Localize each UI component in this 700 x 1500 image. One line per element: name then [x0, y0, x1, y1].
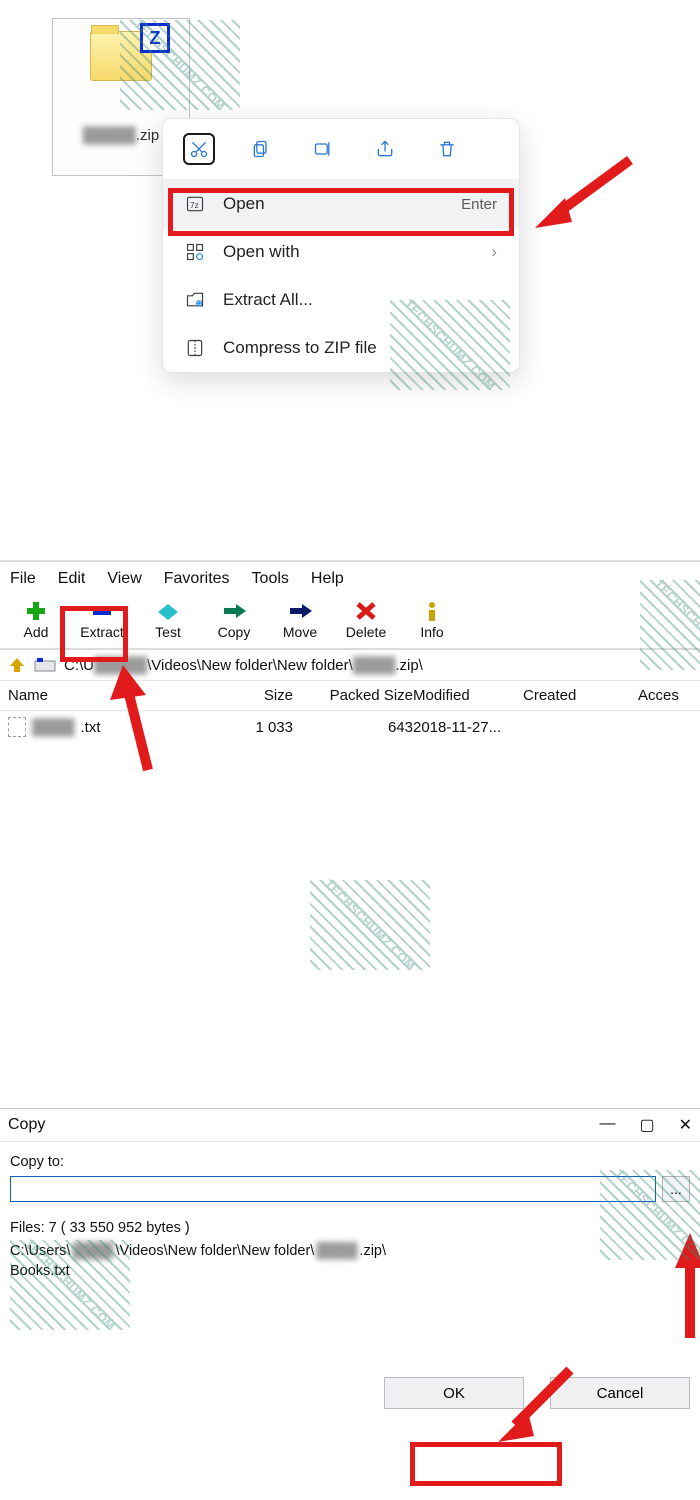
file-name: █████.zip	[83, 127, 159, 144]
menu-file[interactable]: File	[10, 570, 36, 588]
tool-add[interactable]: Add	[8, 600, 64, 640]
rename-icon[interactable]	[307, 133, 339, 165]
cell-name: ████.txt	[8, 717, 208, 737]
cut-icon[interactable]	[183, 133, 215, 165]
menu-item-label: Extract All...	[223, 290, 313, 310]
copy-icon[interactable]	[245, 133, 277, 165]
menu-view[interactable]: View	[107, 570, 141, 588]
table-row[interactable]: ████.txt 1 033 643 2018-11-27...	[0, 711, 700, 743]
arrow-right-dark-icon	[286, 600, 314, 622]
address-bar: C:\U█████\Videos\New folder\New folder\█…	[0, 650, 700, 681]
menu-item-label: Open	[223, 194, 265, 214]
x-icon	[352, 600, 380, 622]
menu-item-label: Compress to ZIP file	[223, 338, 377, 358]
context-toolbar	[163, 119, 519, 180]
zip-badge-icon: Z	[140, 23, 170, 53]
col-modified[interactable]: Modified	[413, 687, 523, 704]
menu-edit[interactable]: Edit	[58, 570, 86, 588]
annotation-arrow-icon	[530, 150, 640, 240]
address-path[interactable]: C:\U█████\Videos\New folder\New folder\█…	[64, 657, 423, 674]
dialog-title: Copy	[8, 1116, 45, 1134]
ok-button[interactable]: OK	[384, 1377, 524, 1409]
highlight-box-ok	[410, 1442, 562, 1486]
col-size[interactable]: Size	[208, 687, 293, 704]
menu-item-label: Open with	[223, 242, 300, 262]
zip-icon	[185, 338, 205, 358]
7z-icon: 7z	[185, 194, 205, 214]
browse-button[interactable]: ...	[662, 1176, 690, 1202]
section-context-menu: Z █████.zip 7z Open Enter Open with › Ex…	[0, 0, 700, 560]
text-file-icon	[8, 717, 26, 737]
maximize-button[interactable]: ▢	[639, 1115, 654, 1135]
svg-text:7z: 7z	[190, 200, 199, 210]
tool-move[interactable]: Move	[272, 600, 328, 640]
toolbar: Add Extract Test Copy Move Delete Info	[0, 596, 700, 650]
section-copy-dialog: Copy — ▢ ✕ Copy to: ... Files: 7 ( 33 55…	[0, 1108, 700, 1433]
copy-to-input[interactable]	[10, 1176, 656, 1202]
dialog-body: Copy to: ... Files: 7 ( 33 550 952 bytes…	[0, 1142, 700, 1433]
share-icon[interactable]	[369, 133, 401, 165]
tool-extract[interactable]: Extract	[74, 600, 130, 640]
menu-tools[interactable]: Tools	[252, 570, 289, 588]
dialog-titlebar: Copy — ▢ ✕	[0, 1109, 700, 1142]
menubar: File Edit View Favorites Tools Help	[0, 562, 700, 596]
open-with-icon	[185, 242, 205, 262]
cell-size: 1 033	[208, 719, 293, 736]
cancel-button[interactable]: Cancel	[550, 1377, 690, 1409]
files-summary: Files: 7 ( 33 550 952 bytes )	[10, 1220, 690, 1236]
minimize-button[interactable]: —	[599, 1115, 615, 1135]
table-header: Name Size Packed Size Modified Created A…	[0, 681, 700, 711]
col-packed[interactable]: Packed Size	[293, 687, 413, 704]
file-paths: C:\Users\████\Videos\New folder\New fold…	[10, 1242, 690, 1281]
tool-test[interactable]: Test	[140, 600, 196, 640]
close-button[interactable]: ✕	[679, 1115, 692, 1135]
cell-packed: 643	[293, 719, 413, 736]
section-7zip-window: File Edit View Favorites Tools Help Add …	[0, 560, 700, 1100]
drive-icon	[34, 656, 56, 674]
col-created[interactable]: Created	[523, 687, 638, 704]
info-icon	[418, 600, 446, 622]
menu-item-open-with[interactable]: Open with ›	[163, 228, 519, 276]
minus-icon	[88, 600, 116, 622]
check-icon	[154, 600, 182, 622]
menu-help[interactable]: Help	[311, 570, 344, 588]
tool-delete[interactable]: Delete	[338, 600, 394, 640]
menu-favorites[interactable]: Favorites	[164, 570, 230, 588]
menu-item-compress[interactable]: Compress to ZIP file	[163, 324, 519, 372]
delete-icon[interactable]	[431, 133, 463, 165]
plus-icon	[22, 600, 50, 622]
tool-info[interactable]: Info	[404, 600, 460, 640]
copy-to-label: Copy to:	[10, 1154, 690, 1170]
extract-icon	[185, 290, 205, 310]
cell-modified: 2018-11-27...	[413, 719, 523, 736]
menu-item-extract-all[interactable]: Extract All...	[163, 276, 519, 324]
context-menu: 7z Open Enter Open with › Extract All...…	[162, 118, 520, 373]
chevron-right-icon: ›	[491, 242, 497, 262]
menu-item-open[interactable]: 7z Open Enter	[163, 180, 519, 228]
col-accessed[interactable]: Acces	[638, 687, 700, 704]
arrow-right-icon	[220, 600, 248, 622]
tool-copy[interactable]: Copy	[206, 600, 262, 640]
col-name[interactable]: Name	[8, 687, 208, 704]
up-folder-icon[interactable]	[8, 656, 26, 674]
menu-shortcut: Enter	[461, 196, 497, 213]
